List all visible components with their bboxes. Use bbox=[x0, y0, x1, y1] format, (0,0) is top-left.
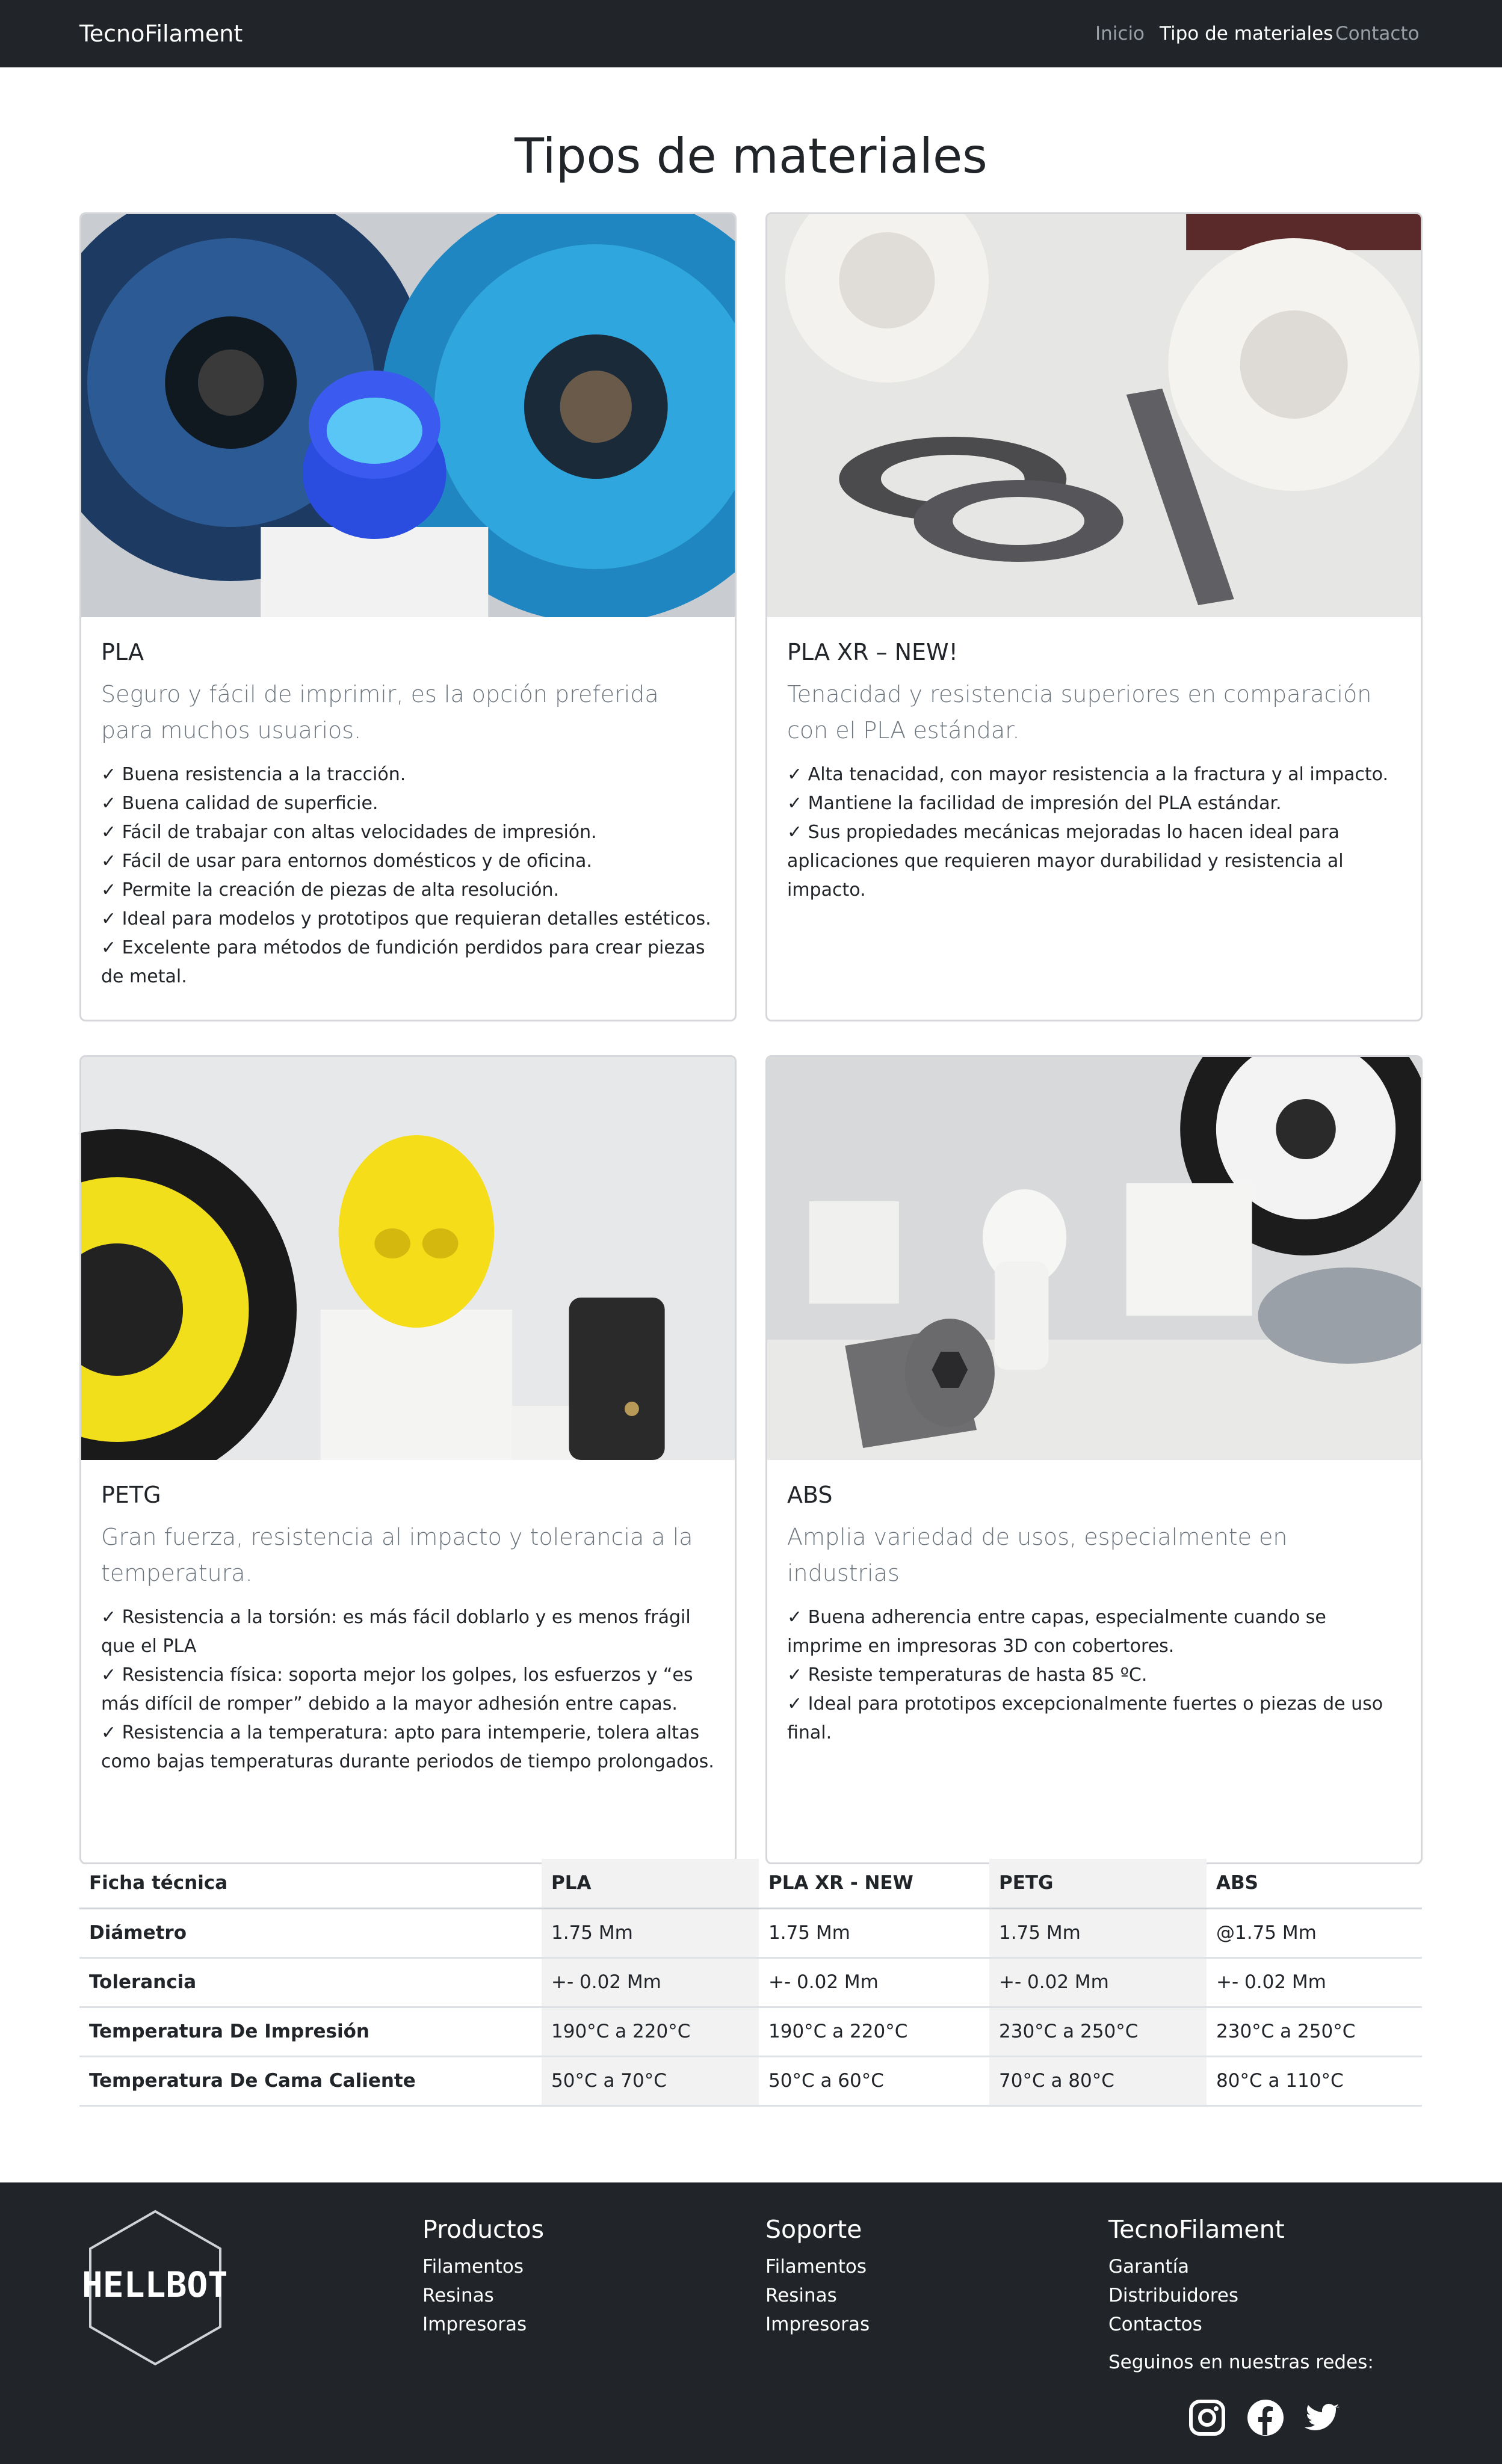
table-cell: @1.75 Mm bbox=[1207, 1908, 1422, 1959]
row-label: Temperatura De Cama Caliente bbox=[79, 2056, 542, 2107]
hellbot-logo[interactable]: HELLBOT bbox=[84, 2207, 226, 2369]
table-header-row: Ficha técnica PLA PLA XR - NEW PETG ABS bbox=[79, 1859, 1422, 1909]
table-cell: +- 0.02 Mm bbox=[759, 1957, 989, 2008]
feature-item: ✓ Resistencia física: soporta mejor los … bbox=[101, 1665, 693, 1714]
table-cell: 190°C a 220°C bbox=[542, 2007, 759, 2057]
feature-item: ✓ Permite la creación de piezas de alta … bbox=[101, 879, 560, 901]
footer-col-soporte: Soporte Filamentos Resinas Impresoras bbox=[765, 2213, 870, 2339]
table-cell: 1.75 Mm bbox=[542, 1908, 759, 1959]
card-lead: Gran fuerza, resistencia al impacto y to… bbox=[101, 1524, 693, 1586]
footer-link-resinas[interactable]: Resinas bbox=[422, 2281, 544, 2310]
table-row: Diámetro 1.75 Mm 1.75 Mm 1.75 Mm @1.75 M… bbox=[79, 1908, 1422, 1959]
feature-item: ✓ Fácil de trabajar con altas velocidade… bbox=[101, 822, 597, 843]
social-follow-text: Seguinos en nuestras redes: bbox=[1108, 2352, 1374, 2373]
abs-product-image bbox=[767, 1057, 1421, 1460]
footer-link-contactos[interactable]: Contactos bbox=[1108, 2310, 1285, 2339]
footer-link-impresoras[interactable]: Impresoras bbox=[765, 2310, 870, 2339]
logo-text: HELLBOT bbox=[84, 2264, 226, 2305]
pla-xr-product-image bbox=[767, 214, 1421, 617]
footer-link-garantia[interactable]: Garantía bbox=[1108, 2252, 1285, 2281]
table-cell: 50°C a 60°C bbox=[759, 2056, 989, 2107]
row-label: Diámetro bbox=[79, 1908, 542, 1959]
card-pla-xr: PLA XR – NEW! Tenacidad y resistencia su… bbox=[765, 212, 1423, 1021]
table-row: Tolerancia +- 0.02 Mm +- 0.02 Mm +- 0.02… bbox=[79, 1957, 1422, 2008]
card-pla: PLA Seguro y fácil de imprimir, es la op… bbox=[79, 212, 737, 1021]
footer-col-title: Productos bbox=[422, 2215, 545, 2244]
row-label: Temperatura De Impresión bbox=[79, 2007, 542, 2057]
card-lead: Amplia variedad de usos, especialmente e… bbox=[787, 1524, 1288, 1586]
navbar: TecnoFilament Inicio Tipo de materiales … bbox=[0, 0, 1502, 67]
nav-link-contacto[interactable]: Contacto bbox=[1335, 20, 1420, 47]
feature-item: ✓ Fácil de usar para entornos domésticos… bbox=[101, 851, 592, 872]
card-abs: ABS Amplia variedad de usos, especialmen… bbox=[765, 1055, 1423, 1864]
feature-item: ✓ Resistencia a la torsión: es más fácil… bbox=[101, 1607, 691, 1657]
footer-link-impresoras[interactable]: Impresoras bbox=[422, 2310, 544, 2339]
feature-item: ✓ Excelente para métodos de fundición pe… bbox=[101, 937, 705, 987]
feature-item: ✓ Resistencia a la temperatura: apto par… bbox=[101, 1722, 714, 1772]
twitter-icon[interactable] bbox=[1303, 2399, 1341, 2436]
footer-link-filamentos[interactable]: Filamentos bbox=[765, 2252, 870, 2281]
instagram-icon[interactable] bbox=[1188, 2399, 1226, 2436]
feature-item: ✓ Mantiene la facilidad de impresión del… bbox=[787, 793, 1282, 814]
table-cell: +- 0.02 Mm bbox=[989, 1957, 1207, 2008]
page-title: Tipos de materiales bbox=[515, 128, 987, 184]
petg-product-image bbox=[81, 1057, 735, 1460]
table-header: ABS bbox=[1207, 1859, 1422, 1909]
table-header: PLA bbox=[542, 1859, 759, 1909]
table-row: Temperatura De Impresión 190°C a 220°C 1… bbox=[79, 2007, 1422, 2057]
table-header: PETG bbox=[989, 1859, 1207, 1909]
feature-item: ✓ Ideal para prototipos excepcionalmente… bbox=[787, 1693, 1383, 1743]
feature-item: ✓ Alta tenacidad, con mayor resistencia … bbox=[787, 764, 1389, 785]
table-header: Ficha técnica bbox=[79, 1859, 542, 1909]
feature-item: ✓ Buena resistencia a la tracción. bbox=[101, 764, 406, 785]
feature-item: ✓ Buena adherencia entre capas, especial… bbox=[787, 1607, 1326, 1657]
card-title: PLA XR – NEW! bbox=[787, 639, 958, 665]
card-title: PETG bbox=[101, 1482, 161, 1508]
table-cell: +- 0.02 Mm bbox=[542, 1957, 759, 2008]
table-cell: 70°C a 80°C bbox=[989, 2056, 1207, 2107]
table-cell: 80°C a 110°C bbox=[1207, 2056, 1422, 2107]
feature-item: ✓ Buena calidad de superficie. bbox=[101, 793, 379, 814]
facebook-icon[interactable] bbox=[1247, 2399, 1284, 2436]
card-lead: Tenacidad y resistencia superiores en co… bbox=[787, 681, 1372, 744]
table-cell: 230°C a 250°C bbox=[1207, 2007, 1422, 2057]
feature-item: ✓ Sus propiedades mecánicas mejoradas lo… bbox=[787, 822, 1344, 901]
card-lead: Seguro y fácil de imprimir, es la opción… bbox=[101, 681, 659, 744]
feature-item: ✓ Resiste temperaturas de hasta 85 ºC. bbox=[787, 1665, 1148, 1686]
footer-col-title: Soporte bbox=[765, 2215, 862, 2244]
table-cell: +- 0.02 Mm bbox=[1207, 1957, 1422, 2008]
pla-product-image bbox=[81, 214, 735, 617]
brand-link[interactable]: TecnoFilament bbox=[79, 18, 243, 49]
footer-link-distribuidores[interactable]: Distribuidores bbox=[1108, 2281, 1285, 2310]
card-title: ABS bbox=[787, 1482, 833, 1508]
table-cell: 1.75 Mm bbox=[989, 1908, 1207, 1959]
nav-link-tipo-de-materiales[interactable]: Tipo de materiales bbox=[1160, 20, 1333, 47]
card-title: PLA bbox=[101, 639, 144, 665]
nav-link-inicio[interactable]: Inicio bbox=[1095, 20, 1145, 47]
footer-col-title: TecnoFilament bbox=[1108, 2215, 1285, 2244]
table-row: Temperatura De Cama Caliente 50°C a 70°C… bbox=[79, 2056, 1422, 2107]
table-header: PLA XR - NEW bbox=[759, 1859, 989, 1909]
table-cell: 230°C a 250°C bbox=[989, 2007, 1207, 2057]
card-petg: PETG Gran fuerza, resistencia al impacto… bbox=[79, 1055, 737, 1864]
table-cell: 50°C a 70°C bbox=[542, 2056, 759, 2107]
table-cell: 1.75 Mm bbox=[759, 1908, 989, 1959]
footer-link-resinas[interactable]: Resinas bbox=[765, 2281, 870, 2310]
footer-link-filamentos[interactable]: Filamentos bbox=[422, 2252, 544, 2281]
table-cell: 190°C a 220°C bbox=[759, 2007, 989, 2057]
footer-col-tecnofilament: TecnoFilament Garantía Distribuidores Co… bbox=[1108, 2213, 1285, 2339]
spec-table: Ficha técnica PLA PLA XR - NEW PETG ABS … bbox=[79, 1859, 1422, 2107]
footer: HELLBOT Productos Filamentos Resinas Imp… bbox=[0, 2182, 1502, 2464]
feature-item: ✓ Ideal para modelos y prototipos que re… bbox=[101, 908, 711, 929]
row-label: Tolerancia bbox=[79, 1957, 542, 2008]
footer-col-productos: Productos Filamentos Resinas Impresoras bbox=[422, 2213, 544, 2339]
